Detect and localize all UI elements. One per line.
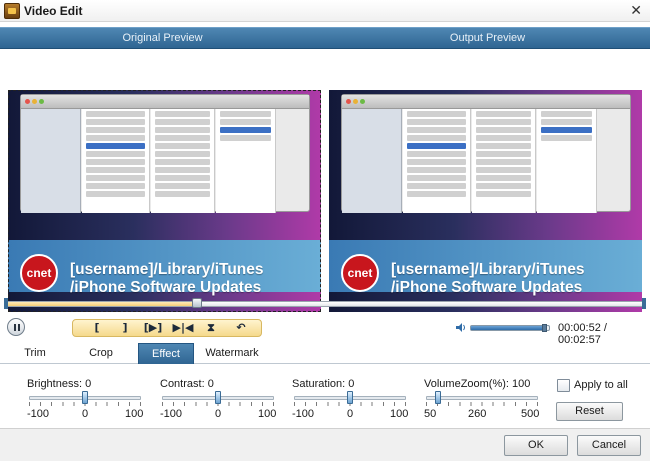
cnet-logo: cnet	[20, 254, 58, 292]
volume-zoom-value: 100	[512, 378, 531, 390]
time-separator: /	[603, 322, 607, 334]
apply-to-all-label: Apply to all	[574, 379, 628, 391]
brightness-value: 0	[85, 378, 92, 390]
original-preview-label: Original Preview	[122, 32, 203, 44]
brightness-thumb[interactable]	[82, 391, 88, 404]
mark-in-icon[interactable]: [	[85, 321, 109, 336]
edit-tabs: Trim Crop Effect Watermark	[0, 343, 650, 364]
frame-sidebar	[21, 109, 81, 213]
reset-button[interactable]: Reset	[556, 402, 623, 421]
saturation-value: 0	[348, 378, 355, 390]
timeline-end-marker[interactable]	[642, 298, 646, 309]
mark-out-icon[interactable]: ]	[113, 321, 137, 336]
close-icon[interactable]: ✕	[630, 2, 642, 19]
contrast-label: Contrast: 0	[160, 378, 214, 390]
apply-to-all-checkbox[interactable]	[557, 379, 570, 392]
timeline-thumb[interactable]	[192, 298, 203, 308]
volume-slider[interactable]	[470, 324, 550, 332]
tab-watermark[interactable]: Watermark	[200, 343, 264, 364]
contrast-max: 100	[258, 408, 277, 420]
split-icon[interactable]: ▶|◀	[171, 321, 195, 336]
frame-sidebar	[342, 109, 402, 213]
volume-zoom-mid: 260	[468, 408, 487, 420]
timeline-played	[7, 302, 198, 306]
cnet-logo: cnet	[341, 254, 379, 292]
frame-column	[216, 109, 276, 213]
frame-banner-line: /iPhone Software Updates	[391, 279, 583, 296]
saturation-mid: 0	[347, 408, 354, 420]
frame-banner-line: [username]/Library/iTunes	[391, 261, 585, 278]
ok-button[interactable]: OK	[504, 435, 568, 456]
edit-tools-strip: [] [▶] ▶|◀ ⧗ ↶	[72, 319, 262, 337]
saturation-control: Saturation: 0 -100 0 100	[292, 378, 412, 426]
frame-banner-line: /iPhone Software Updates	[70, 279, 262, 296]
brightness-min: -100	[27, 408, 50, 420]
contrast-thumb[interactable]	[215, 391, 221, 404]
brightness-label: Brightness: 0	[27, 378, 92, 390]
original-preview-frame[interactable]: cnet [username]/Library/iTunes /iPhone S…	[8, 90, 321, 312]
timeline-start-marker[interactable]	[4, 298, 8, 309]
contrast-control: Contrast: 0 -100 0 100	[160, 378, 280, 426]
timeline[interactable]	[4, 298, 646, 309]
frame-column	[151, 109, 215, 213]
contrast-mid: 0	[215, 408, 222, 420]
frame-finder-window	[20, 94, 310, 213]
frame-banner-line: [username]/Library/iTunes	[70, 261, 264, 278]
contrast-min: -100	[160, 408, 183, 420]
frame-finder-window	[341, 94, 631, 213]
output-preview-label: Output Preview	[449, 32, 526, 44]
tab-trim[interactable]: Trim	[12, 343, 58, 364]
brightness-max: 100	[125, 408, 144, 420]
timeline-track[interactable]	[6, 301, 644, 307]
effect-panel: Brightness: 0 -100 0 100 Contrast: 0 -10…	[0, 364, 650, 427]
tab-crop[interactable]: Crop	[76, 343, 126, 364]
volume-zoom-thumb[interactable]	[435, 391, 442, 404]
preview-header: Original Preview Output Preview	[0, 27, 650, 49]
frame-column	[82, 109, 150, 213]
tab-effect[interactable]: Effect	[138, 343, 194, 364]
dialog-footer: OK Cancel	[0, 428, 650, 461]
frame-toolbar	[342, 95, 630, 109]
playback-controls: [] [▶] ▶|◀ ⧗ ↶ 00:00:52 / 00:02:57	[0, 314, 650, 346]
play-selection-icon[interactable]: [▶]	[141, 321, 165, 336]
title-bar: Video Edit ✕	[0, 0, 650, 22]
saturation-label: Saturation: 0	[292, 378, 355, 390]
window-title: Video Edit	[24, 4, 83, 18]
volume-zoom-max: 500	[521, 408, 540, 420]
brightness-mid: 0	[82, 408, 89, 420]
brightness-control: Brightness: 0 -100 0 100	[27, 378, 147, 426]
volume-zoom-ticks	[426, 402, 538, 406]
volume-zoom-label: VolumeZoom(%): 100	[424, 378, 531, 390]
frame-column	[403, 109, 471, 213]
saturation-thumb[interactable]	[347, 391, 353, 404]
frame-column	[537, 109, 597, 213]
output-preview-frame: cnet [username]/Library/iTunes /iPhone S…	[329, 90, 642, 312]
volume-zoom-control: VolumeZoom(%): 100 50 260 500	[424, 378, 544, 426]
speaker-icon[interactable]	[456, 322, 466, 333]
pause-button[interactable]	[7, 318, 25, 336]
saturation-min: -100	[292, 408, 315, 420]
cancel-button[interactable]: Cancel	[577, 435, 641, 456]
volume-thumb[interactable]	[542, 324, 548, 332]
frame-column	[472, 109, 536, 213]
volume-zoom-min: 50	[424, 408, 437, 420]
volume-zoom-slider[interactable]	[426, 396, 538, 400]
app-icon	[4, 3, 20, 19]
flip-icon[interactable]: ⧗	[199, 321, 223, 336]
saturation-max: 100	[390, 408, 409, 420]
preview-area: cnet [username]/Library/iTunes /iPhone S…	[0, 49, 650, 312]
undo-icon[interactable]: ↶	[229, 321, 253, 336]
frame-toolbar	[21, 95, 309, 109]
volume-level	[471, 326, 546, 330]
current-time: 00:00:52	[558, 322, 601, 334]
contrast-value: 0	[207, 378, 214, 390]
